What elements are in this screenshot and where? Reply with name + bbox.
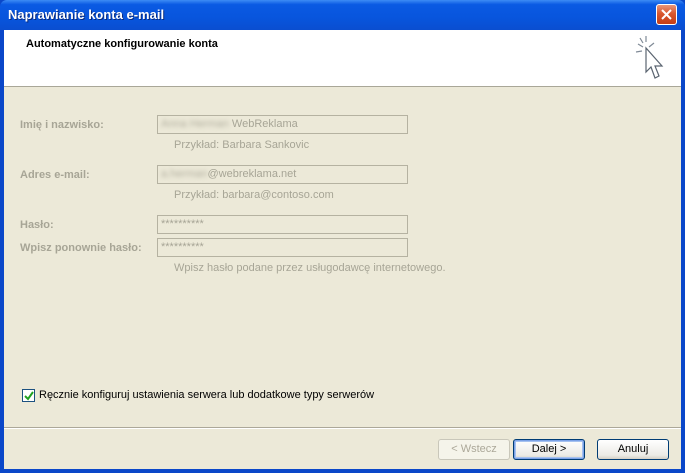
password-label: Hasło: [20,219,54,231]
email-field[interactable]: a.herman@webreklama.net [157,165,408,184]
dialog-content: Automatyczne konfigurowanie konta Imię i… [4,30,681,469]
window-title: Naprawianie konta e-mail [8,7,165,22]
password-field[interactable]: ********** [157,215,408,234]
close-icon [661,9,672,20]
email-label: Adres e-mail: [20,169,90,181]
close-button[interactable] [656,4,677,25]
dialog-window: Naprawianie konta e-mail Automatyczne ko… [0,0,685,473]
name-field[interactable]: Anna Herman WebReklama [157,115,408,134]
name-label: Imię i nazwisko: [20,119,104,131]
email-hint: Przykład: barbara@contoso.com [174,189,334,201]
checkmark-icon [24,391,34,401]
password-repeat-field[interactable]: ********** [157,238,408,257]
back-button[interactable]: < Wstecz [438,439,510,460]
title-bar[interactable]: Naprawianie konta e-mail [0,0,685,30]
next-button[interactable]: Dalej > [513,439,585,460]
email-blurred-text: a.herman [161,168,208,180]
wizard-header: Automatyczne konfigurowanie konta [4,30,681,87]
name-blurred-text: Anna Herman [161,118,229,130]
password-hint: Wpisz hasło podane przez usługodawcę int… [174,262,446,274]
page-title: Automatyczne konfigurowanie konta [26,38,218,50]
email-value: @webreklama.net [207,168,297,180]
name-value: WebReklama [228,118,298,130]
cancel-button[interactable]: Anuluj [597,439,669,460]
footer-divider [4,427,681,429]
name-hint: Przykład: Barbara Sankovic [174,139,310,151]
cursor-sparkle-icon [635,36,664,79]
password-repeat-label: Wpisz ponownie hasło: [20,242,142,254]
manual-config-label: Ręcznie konfiguruj ustawienia serwera lu… [39,389,375,401]
manual-config-checkbox[interactable] [22,389,35,402]
